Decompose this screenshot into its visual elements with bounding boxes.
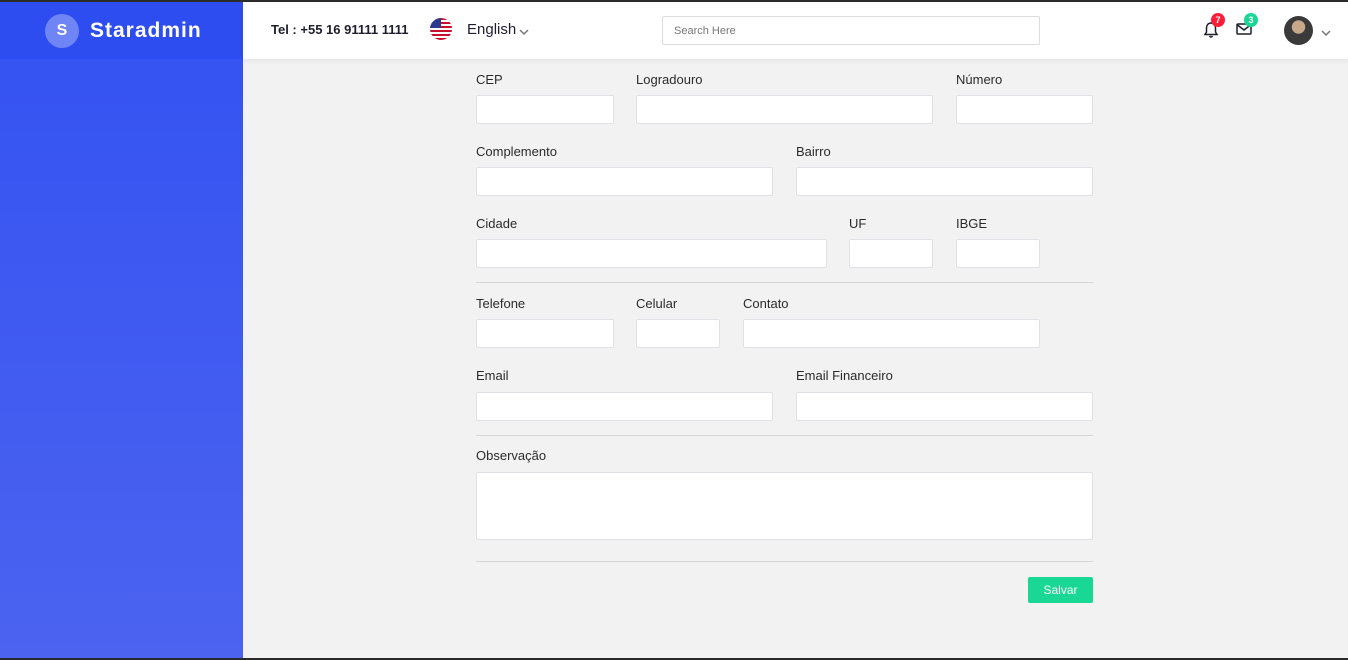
cep-input[interactable] xyxy=(476,95,614,124)
chevron-down-icon[interactable] xyxy=(519,23,529,41)
cidade-input[interactable] xyxy=(476,239,827,268)
chevron-down-icon[interactable] xyxy=(1321,24,1331,42)
ibge-label: IBGE xyxy=(956,216,988,231)
observacao-textarea[interactable] xyxy=(476,472,1093,540)
cidade-label: Cidade xyxy=(476,216,518,231)
brand-name: Staradmin xyxy=(90,19,202,42)
user-avatar[interactable] xyxy=(1284,16,1313,45)
notifications-badge: 7 xyxy=(1211,13,1225,27)
window-top-border xyxy=(0,0,1348,2)
email-financeiro-label: Email Financeiro xyxy=(796,368,893,383)
observacao-label: Observação xyxy=(476,448,547,463)
bairro-input[interactable] xyxy=(796,167,1093,196)
email-financeiro-input[interactable] xyxy=(796,392,1093,421)
cep-label: CEP xyxy=(476,72,503,87)
us-flag-icon[interactable] xyxy=(430,18,452,40)
uf-input[interactable] xyxy=(849,239,933,268)
brand[interactable]: S Staradmin xyxy=(0,2,243,59)
complemento-input[interactable] xyxy=(476,167,773,196)
email-label: Email xyxy=(476,368,509,383)
search-input[interactable] xyxy=(662,16,1040,45)
contato-input[interactable] xyxy=(743,319,1040,348)
bairro-label: Bairro xyxy=(796,144,831,159)
celular-label: Celular xyxy=(636,296,678,311)
phone-number: Tel : +55 16 91111 1111 xyxy=(271,22,409,37)
numero-input[interactable] xyxy=(956,95,1093,124)
section-divider xyxy=(476,282,1093,283)
topbar: Tel : +55 16 91111 1111 English 7 3 xyxy=(243,2,1348,59)
complemento-label: Complemento xyxy=(476,144,557,159)
logradouro-label: Logradouro xyxy=(636,72,703,87)
ibge-input[interactable] xyxy=(956,239,1040,268)
save-button[interactable]: Salvar xyxy=(1028,577,1093,603)
logradouro-input[interactable] xyxy=(636,95,933,124)
sidebar: S Staradmin xyxy=(0,2,243,660)
contato-label: Contato xyxy=(743,296,789,311)
uf-label: UF xyxy=(849,216,867,231)
telefone-label: Telefone xyxy=(476,296,526,311)
form-container: CEP Logradouro Número Complemento Bairro… xyxy=(476,60,1093,660)
messages-badge: 3 xyxy=(1244,13,1258,27)
numero-label: Número xyxy=(956,72,1003,87)
brand-logo: S xyxy=(45,14,79,48)
language-selector[interactable]: English xyxy=(467,21,516,38)
telefone-input[interactable] xyxy=(476,319,614,348)
section-divider xyxy=(476,435,1093,436)
section-divider xyxy=(476,561,1093,562)
email-input[interactable] xyxy=(476,392,773,421)
celular-input[interactable] xyxy=(636,319,720,348)
